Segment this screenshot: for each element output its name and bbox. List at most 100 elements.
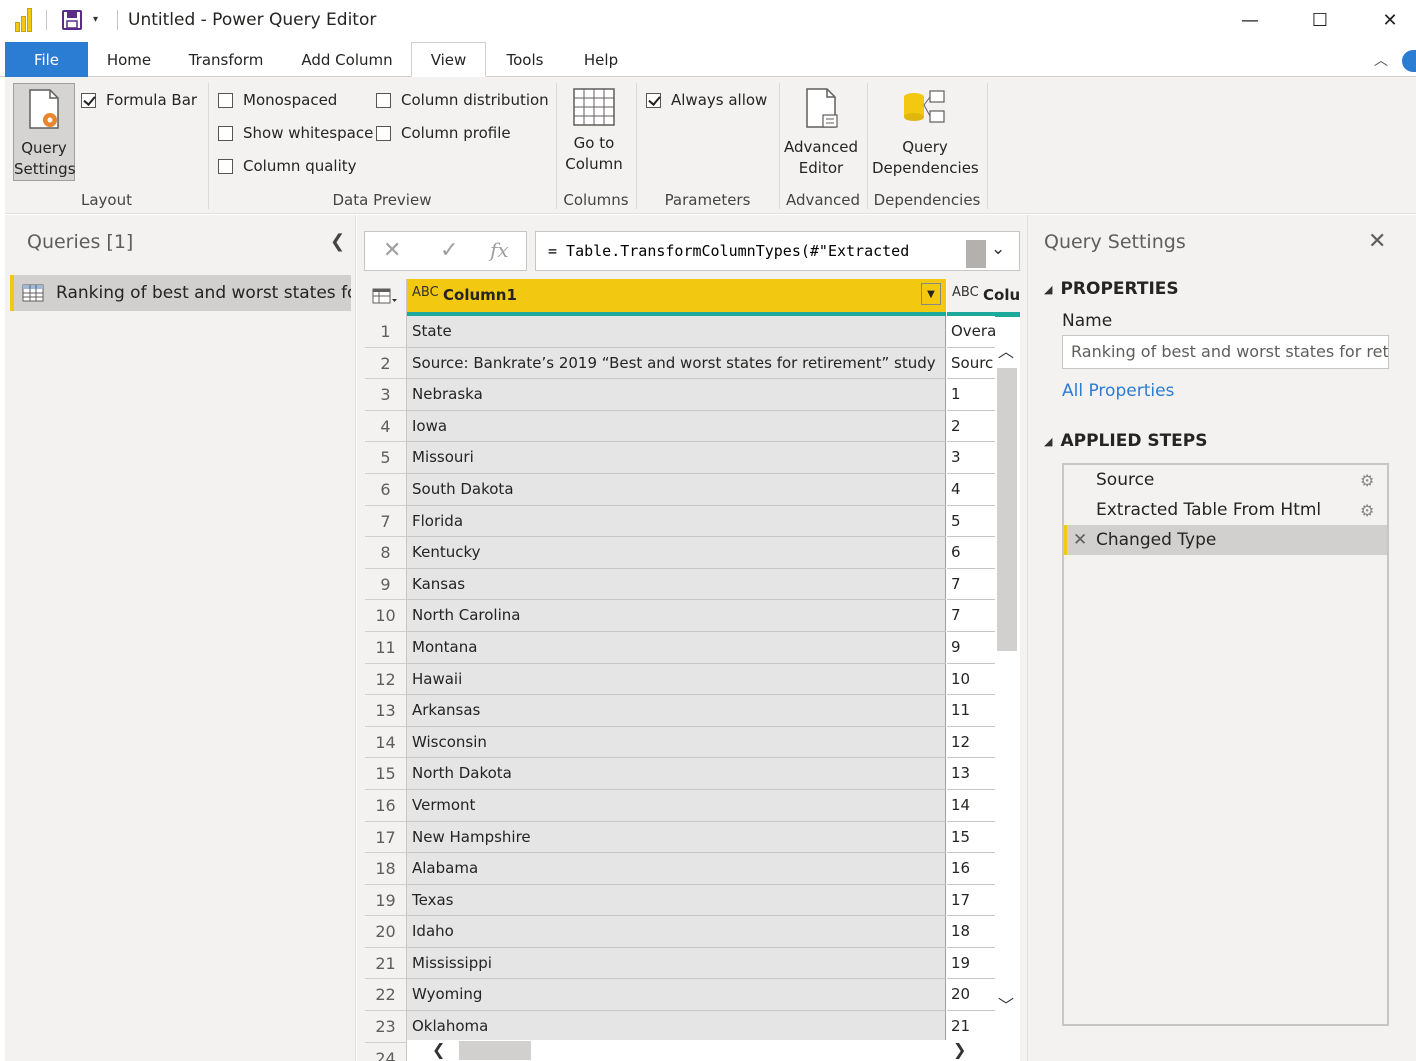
table-cell[interactable]: 21 <box>947 1011 995 1043</box>
minimize-button[interactable]: — <box>1227 0 1273 40</box>
vertical-scrollbar[interactable]: ︿ ﹀ <box>995 332 1020 1040</box>
checkbox-icon[interactable] <box>218 158 233 174</box>
row-number[interactable]: 8 <box>365 537 407 569</box>
table-cell[interactable]: Montana <box>407 631 946 664</box>
column-header-column1[interactable]: ABC Column1 ▼ <box>407 279 946 312</box>
tab-file[interactable]: File <box>5 42 88 77</box>
table-row[interactable]: 7 Florida 5 <box>365 505 1020 538</box>
applied-steps-section[interactable]: ◢ APPLIED STEPS <box>1044 431 1208 451</box>
collapse-triangle-icon[interactable]: ◢ <box>1044 435 1052 448</box>
horizontal-scrollbar[interactable]: ❮ ❯ <box>407 1040 995 1061</box>
table-cell[interactable]: Kentucky <box>407 537 946 569</box>
delete-step-icon[interactable]: ✕ <box>1073 530 1087 550</box>
column-quality-checkbox[interactable]: Column quality <box>218 157 357 175</box>
table-cell[interactable]: Oklahoma <box>407 1011 946 1043</box>
row-number[interactable]: 10 <box>365 600 407 632</box>
row-number[interactable]: 21 <box>365 947 407 980</box>
collapse-triangle-icon[interactable]: ◢ <box>1044 283 1052 296</box>
commit-formula-button[interactable]: ✓ <box>440 238 458 263</box>
step-source[interactable]: Source ⚙ <box>1064 465 1387 495</box>
close-settings-icon[interactable]: ✕ <box>1368 229 1386 254</box>
table-cell[interactable]: Alabama <box>407 853 946 885</box>
table-row[interactable]: 23 Oklahoma 21 <box>365 1011 1020 1043</box>
tab-help[interactable]: Help <box>565 42 637 77</box>
query-settings-button[interactable]: Query Settings <box>13 83 76 181</box>
table-row[interactable]: 21 Mississippi 19 <box>365 947 1020 980</box>
formula-bar-checkbox[interactable]: Formula Bar <box>81 91 197 109</box>
row-number[interactable]: 5 <box>365 442 407 474</box>
table-cell[interactable]: Idaho <box>407 916 946 948</box>
checkbox-checked-icon[interactable] <box>81 92 96 108</box>
row-number[interactable]: 23 <box>365 1011 407 1043</box>
checkbox-icon[interactable] <box>376 125 391 141</box>
collapse-queries-icon[interactable]: ❮ <box>330 231 345 252</box>
tab-tools[interactable]: Tools <box>492 42 558 77</box>
table-cell[interactable]: 20 <box>947 979 995 1012</box>
go-to-column-button[interactable]: Go to Column <box>558 87 630 183</box>
query-dependencies-button[interactable]: Query Dependencies <box>872 87 979 183</box>
save-icon[interactable] <box>62 10 82 30</box>
table-cell[interactable]: Overa <box>947 316 995 348</box>
table-row[interactable]: 11 Montana 9 <box>365 631 1020 664</box>
table-cell[interactable]: Texas <box>407 884 946 917</box>
tab-view[interactable]: View <box>411 42 486 77</box>
table-row[interactable]: 5 Missouri 3 <box>365 442 1020 474</box>
row-number[interactable]: 13 <box>365 695 407 727</box>
table-cell[interactable]: 11 <box>947 695 995 727</box>
table-cell[interactable]: Sourc <box>947 347 995 380</box>
row-number[interactable]: 6 <box>365 473 407 506</box>
cancel-formula-button[interactable]: ✕ <box>383 238 401 263</box>
table-cell[interactable]: South Dakota <box>407 473 946 506</box>
row-number[interactable]: 7 <box>365 505 407 538</box>
table-cell[interactable]: Kansas <box>407 568 946 601</box>
table-row[interactable]: 3 Nebraska 1 <box>365 379 1020 411</box>
properties-section[interactable]: ◢ PROPERTIES <box>1044 279 1179 299</box>
table-cell[interactable]: 13 <box>947 758 995 790</box>
query-item[interactable]: Ranking of best and worst states fo... <box>10 275 351 311</box>
text-type-icon[interactable]: ABC <box>412 285 439 300</box>
column-profile-checkbox[interactable]: Column profile <box>376 124 511 142</box>
table-cell[interactable]: State <box>407 316 946 348</box>
row-number[interactable]: 16 <box>365 789 407 822</box>
row-number[interactable]: 17 <box>365 821 407 854</box>
table-row[interactable]: 22 Wyoming 20 <box>365 979 1020 1012</box>
table-row[interactable]: 6 South Dakota 4 <box>365 473 1020 506</box>
table-row[interactable]: 18 Alabama 16 <box>365 853 1020 885</box>
table-row[interactable]: 17 New Hampshire 15 <box>365 821 1020 854</box>
table-row[interactable]: 4 Iowa 2 <box>365 410 1020 443</box>
checkbox-checked-icon[interactable] <box>646 92 661 108</box>
table-cell[interactable]: North Dakota <box>407 758 946 790</box>
table-cell[interactable]: 18 <box>947 916 995 948</box>
table-row[interactable]: 15 North Dakota 13 <box>365 758 1020 790</box>
scroll-up-icon[interactable]: ︿ <box>998 338 1014 362</box>
table-cell[interactable]: Florida <box>407 505 946 538</box>
table-row[interactable]: 14 Wisconsin 12 <box>365 726 1020 759</box>
checkbox-icon[interactable] <box>218 92 233 108</box>
scroll-left-icon[interactable]: ❮ <box>432 1040 445 1059</box>
table-cell[interactable]: Iowa <box>407 410 946 443</box>
scrollbar-thumb[interactable] <box>997 368 1017 651</box>
step-extracted-table[interactable]: Extracted Table From Html ⚙ <box>1064 495 1387 525</box>
row-number[interactable]: 11 <box>365 631 407 664</box>
table-cell[interactable]: Source: Bankrate’s 2019 “Best and worst … <box>407 347 946 380</box>
query-name-input[interactable]: Ranking of best and worst states for ret… <box>1062 335 1389 369</box>
all-properties-link[interactable]: All Properties <box>1062 381 1174 401</box>
close-window-button[interactable]: ✕ <box>1367 0 1413 40</box>
quick-access-dropdown-icon[interactable]: ▾ <box>93 14 98 25</box>
gear-icon[interactable]: ⚙ <box>1360 501 1374 520</box>
collapse-ribbon-icon[interactable]: ︿ <box>1374 50 1388 70</box>
table-row[interactable]: 12 Hawaii 10 <box>365 663 1020 696</box>
table-row[interactable]: 19 Texas 17 <box>365 884 1020 917</box>
table-cell[interactable]: Nebraska <box>407 379 946 411</box>
table-cell[interactable]: Mississippi <box>407 947 946 980</box>
row-number[interactable]: 1 <box>365 316 407 348</box>
row-number[interactable]: 9 <box>365 568 407 601</box>
table-cell[interactable]: 17 <box>947 884 995 917</box>
table-row[interactable]: 10 North Carolina 7 <box>365 600 1020 632</box>
checkbox-icon[interactable] <box>218 125 233 141</box>
table-row[interactable]: 1 State Overa <box>365 316 1020 348</box>
formula-scrollbar[interactable] <box>966 240 986 268</box>
table-cell[interactable]: 3 <box>947 442 995 474</box>
row-number[interactable]: 19 <box>365 884 407 917</box>
step-changed-type[interactable]: ✕ Changed Type <box>1064 525 1387 555</box>
